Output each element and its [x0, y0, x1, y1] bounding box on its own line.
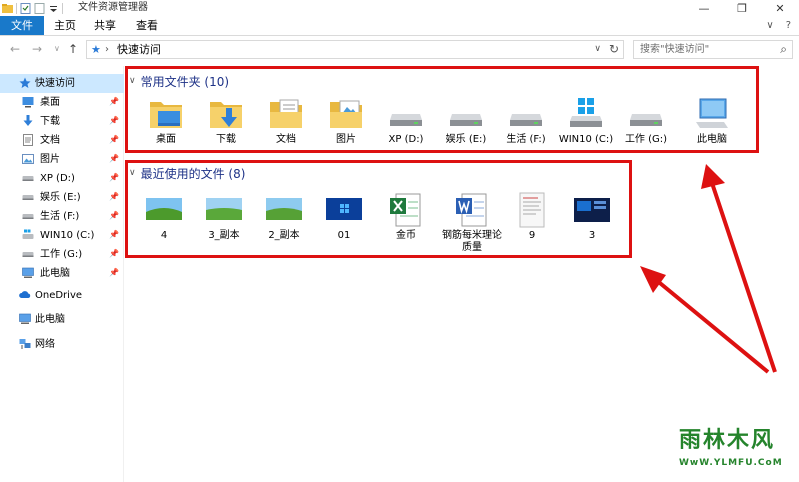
- sidebar-item-drive-g[interactable]: 工作 (G:) 📌: [0, 245, 124, 264]
- close-button[interactable]: ✕: [761, 0, 799, 16]
- pictures-icon: [22, 154, 34, 164]
- sidebar-item-label: 生活 (F:): [40, 211, 80, 222]
- expand-ribbon-button[interactable]: ∨: [766, 17, 773, 35]
- address-dropdown-icon[interactable]: ∨: [594, 43, 601, 56]
- maximize-button[interactable]: ❐: [723, 0, 761, 16]
- breadcrumb-separator-icon[interactable]: ›: [105, 43, 109, 56]
- toolbar-separator: [16, 2, 17, 14]
- sidebar-item-desktop[interactable]: 桌面 📌: [0, 93, 124, 112]
- pin-icon: 📌: [109, 154, 119, 163]
- drive-icon: [22, 176, 34, 181]
- address-bar[interactable]: ★ › 快速访问 ∨ ↻: [86, 40, 624, 59]
- pin-icon: 📌: [109, 268, 119, 277]
- star-icon: [19, 77, 31, 88]
- sidebar-item-label: WIN10 (C:): [40, 230, 95, 241]
- computer-icon: [19, 313, 31, 324]
- tab-file[interactable]: 文件: [0, 16, 44, 35]
- watermark-name: 雨林木风: [679, 428, 776, 453]
- sidebar-item-pictures[interactable]: 图片 📌: [0, 150, 124, 169]
- pin-icon: 📌: [109, 192, 119, 201]
- sidebar-item-downloads[interactable]: 下载 📌: [0, 112, 124, 131]
- search-box[interactable]: 搜索"快速访问" ⌕: [633, 40, 793, 59]
- pin-icon: 📌: [109, 135, 119, 144]
- navigation-bar: ← → ∨ ↑ ★ › 快速访问 ∨ ↻ 搜索"快速访问" ⌕: [0, 37, 799, 62]
- file-explorer-window: 文件资源管理器 — ❐ ✕ 文件 主页 共享 查看 ∨ ? ← → ∨ ↑ ★ …: [0, 0, 799, 482]
- toolbar-separator: [62, 2, 63, 14]
- sidebar-item-drive-e[interactable]: 娱乐 (E:) 📌: [0, 188, 124, 207]
- pin-icon: 📌: [109, 97, 119, 106]
- highlight-box-frequent-folders: [125, 66, 759, 153]
- sidebar-item-onedrive[interactable]: OneDrive: [0, 286, 124, 305]
- watermark-logo: 雨林木风 WwW.YLMFU.CoM: [665, 414, 795, 476]
- highlight-box-recent-files: [125, 160, 632, 258]
- search-placeholder: 搜索"快速访问": [640, 44, 710, 55]
- download-icon: [23, 115, 33, 126]
- drive-icon: [22, 252, 34, 257]
- sidebar-item-label: 网络: [35, 339, 55, 350]
- navigation-pane: 快速访问 桌面 📌 下载 📌 文档 📌 图片 📌 XP (D:) 📌 娱乐 (E…: [0, 66, 124, 482]
- windows-drive-icon: [22, 229, 34, 239]
- pin-icon: 📌: [109, 249, 119, 258]
- sidebar-item-this-pc-pinned[interactable]: 此电脑 📌: [0, 264, 124, 283]
- computer-icon: [22, 267, 34, 278]
- sidebar-item-drive-f[interactable]: 生活 (F:) 📌: [0, 207, 124, 226]
- sidebar-item-quick-access[interactable]: 快速访问: [0, 74, 124, 93]
- network-icon: [19, 339, 31, 349]
- sidebar-item-label: 桌面: [40, 97, 60, 108]
- quick-access-toolbar: [2, 1, 63, 15]
- sidebar-item-label: 文档: [40, 135, 60, 146]
- refresh-icon[interactable]: ↻: [609, 42, 619, 57]
- tab-view[interactable]: 查看: [128, 16, 166, 35]
- ribbon-right-controls: ∨ ?: [766, 17, 791, 35]
- properties-icon[interactable]: [20, 2, 31, 14]
- ribbon-tabs: 文件 主页 共享 查看 ∨ ?: [0, 16, 799, 36]
- sidebar-item-label: XP (D:): [40, 173, 75, 184]
- title-bar: 文件资源管理器 — ❐ ✕: [0, 0, 799, 16]
- sidebar-item-this-pc[interactable]: 此电脑: [0, 310, 124, 329]
- pin-icon: 📌: [109, 211, 119, 220]
- drive-icon: [22, 214, 34, 219]
- pin-icon: 📌: [109, 116, 119, 125]
- sidebar-item-label: 此电脑: [35, 314, 65, 325]
- pin-icon: 📌: [109, 173, 119, 182]
- window-controls: — ❐ ✕: [685, 0, 799, 16]
- watermark-url: WwW.YLMFU.CoM: [679, 458, 783, 468]
- minimize-button[interactable]: —: [685, 0, 723, 16]
- folder-app-icon: [2, 3, 13, 13]
- back-arrow-icon[interactable]: ←: [10, 41, 20, 57]
- recent-locations-chevron-icon[interactable]: ∨: [54, 41, 60, 57]
- breadcrumb-quick-access[interactable]: 快速访问: [117, 43, 161, 56]
- desktop-icon: [22, 97, 34, 108]
- sidebar-item-drive-c[interactable]: WIN10 (C:) 📌: [0, 226, 124, 245]
- sidebar-item-label: 下载: [40, 116, 60, 127]
- window-title: 文件资源管理器: [78, 2, 148, 13]
- pin-icon: 📌: [109, 230, 119, 239]
- onedrive-cloud-icon: [19, 291, 31, 298]
- document-icon: [23, 134, 33, 146]
- sidebar-item-label: 工作 (G:): [40, 249, 83, 260]
- sidebar-item-documents[interactable]: 文档 📌: [0, 131, 124, 150]
- up-arrow-icon[interactable]: ↑: [68, 41, 78, 57]
- customize-toolbar-icon[interactable]: [48, 3, 59, 14]
- tab-home[interactable]: 主页: [46, 16, 84, 35]
- new-folder-icon[interactable]: [34, 2, 45, 14]
- sidebar-item-label: 娱乐 (E:): [40, 192, 81, 203]
- sidebar-item-network[interactable]: 网络: [0, 335, 124, 354]
- help-button[interactable]: ?: [786, 17, 791, 35]
- sidebar-item-drive-d[interactable]: XP (D:) 📌: [0, 169, 124, 188]
- sidebar-item-label: OneDrive: [35, 290, 83, 301]
- sidebar-item-label: 此电脑: [40, 268, 70, 279]
- forward-arrow-icon[interactable]: →: [32, 41, 42, 57]
- quick-access-star-icon: ★: [91, 43, 101, 56]
- sidebar-item-label: 图片: [40, 154, 60, 165]
- sidebar-item-label: 快速访问: [35, 78, 75, 89]
- search-icon[interactable]: ⌕: [780, 42, 787, 57]
- tab-share[interactable]: 共享: [86, 16, 124, 35]
- drive-icon: [22, 195, 34, 200]
